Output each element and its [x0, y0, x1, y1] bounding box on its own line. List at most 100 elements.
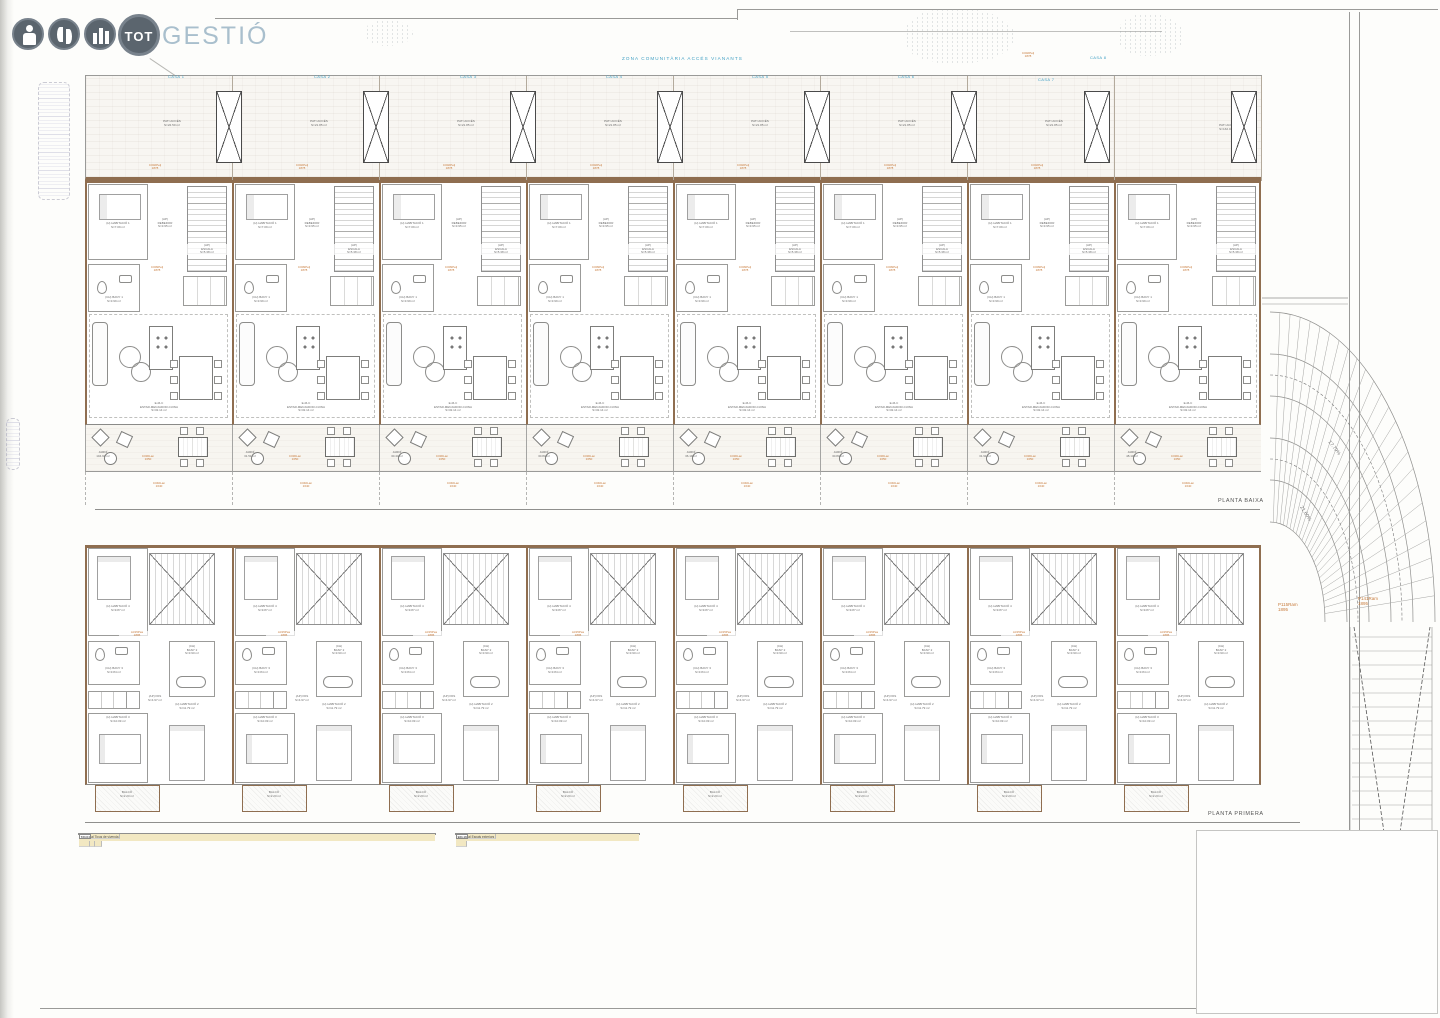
first-floor-unit: (H) HABITACIÓ 4 S=9.87 m² A315Pas 1895 (… — [820, 545, 967, 815]
bathroom-3 — [88, 641, 140, 685]
lounge-chair — [704, 431, 721, 448]
dimension-label: A315Pas 1895 — [1001, 631, 1037, 638]
kitchen-counter — [624, 276, 668, 306]
outdoor-dining-table — [472, 437, 502, 457]
chair — [170, 360, 178, 368]
room-label-bany2: (CH) BANY 2 S=3.90 m² — [318, 645, 360, 656]
garden-label: JARDÍ 31.51 m² — [235, 451, 265, 458]
bedroom-4 — [1117, 548, 1177, 636]
chair — [905, 376, 913, 384]
armchair — [131, 362, 151, 382]
ground-floor-unit: (H) HABITACIÓ 1 S=7.09 m² (AP) REBEDOR S… — [820, 180, 967, 505]
ground-floor-unit: (H) HABITACIÓ 1 S=7.09 m² (AP) REBEDOR S… — [85, 180, 232, 505]
dimension-label: C009Pelj 1878 — [876, 266, 908, 273]
dimension-label: C030Lan 1650 — [1012, 455, 1048, 462]
ramp-text: 1895 — [1358, 601, 1369, 606]
dining-table — [179, 356, 213, 400]
bathtub-icon — [1058, 676, 1088, 688]
bed — [979, 556, 1013, 600]
dimension-label: C040Lan 1640 — [1022, 482, 1060, 489]
lounge-chair — [532, 428, 550, 446]
table-footer-total: 734.04 — [79, 834, 91, 839]
chair — [655, 360, 663, 368]
room-label-balco: BALCÓ S=2.20 m² — [979, 791, 1039, 798]
sink-icon — [1001, 275, 1014, 283]
chair — [931, 459, 939, 467]
armchair — [719, 362, 739, 382]
garden: JARDÍ 31.91 m² C030Lan 1650 — [967, 425, 1114, 472]
toilet-icon — [1124, 648, 1134, 661]
staircase-void — [884, 553, 950, 625]
chair — [474, 427, 482, 435]
planter-box — [804, 91, 830, 163]
garden: JARDÍ 30.44 m² C030Lan 1650 — [379, 425, 526, 472]
room-label-bany3: (CH) BANY 3 S=3.84 m² — [824, 667, 874, 674]
chair — [508, 360, 516, 368]
staircase-void — [1178, 553, 1244, 625]
garden-label: JARDÍ 30.84 m² — [529, 451, 559, 458]
sink-icon — [854, 275, 867, 283]
room-label-habitacio2: (H) HABITACIÓ 2 S=11.79 m² — [1178, 703, 1254, 710]
chair — [621, 459, 629, 467]
room-label-habitacio4: (H) HABITACIÓ 4 S=9.87 m² — [384, 605, 440, 612]
room-label-habitacio3: (H) HABITACIÓ 3 S=10.09 m² — [89, 716, 147, 723]
room-label-habitacio4: (H) HABITACIÓ 4 S=9.87 m² — [972, 605, 1028, 612]
bed — [757, 725, 793, 781]
chair — [1209, 459, 1217, 467]
chair — [361, 392, 369, 400]
armchair — [1013, 362, 1033, 382]
room-label-habitacio3: (H) HABITACIÓ 3 S=10.09 m² — [236, 716, 294, 723]
bed — [540, 734, 582, 764]
sink-icon — [703, 647, 716, 655]
bed — [687, 194, 729, 220]
chair — [180, 459, 188, 467]
ramp-text: 21.60% — [1298, 505, 1312, 523]
bathroom-1 — [529, 264, 581, 312]
dining-table — [914, 356, 948, 400]
bathroom-1 — [1117, 264, 1169, 312]
bedroom-4 — [382, 548, 442, 636]
tree-speckle — [365, 20, 413, 46]
toilet-icon — [95, 648, 105, 661]
chair — [317, 360, 325, 368]
table-footer-row: Subtotal Espais exteriors934.16 — [456, 834, 639, 841]
kitchen-counter — [330, 276, 374, 306]
dimension-label: C030Lan 1650 — [424, 455, 460, 462]
armchair — [866, 362, 886, 382]
room-label-habitacio3: (H) HABITACIÓ 3 S=10.09 m² — [677, 716, 735, 723]
chair — [768, 427, 776, 435]
plot-boundary: C040Lan 1640 — [526, 472, 673, 505]
room-label-habitacio1: (H) HABITACIÓ 1 S=7.09 m² — [385, 222, 439, 229]
wardrobe — [1117, 691, 1169, 709]
chair — [949, 376, 957, 384]
room-label-bany1: (CH) BANY 1 S=3.99 m² — [971, 296, 1021, 303]
chair — [343, 459, 351, 467]
dimension-label: C009Pelj 1878 — [1023, 266, 1055, 273]
plot-boundary: C040Lan 1640 — [673, 472, 820, 505]
bathroom-1 — [823, 264, 875, 312]
dimension-label: C002Pelj 1878 — [285, 164, 319, 171]
toilet-icon — [977, 648, 987, 661]
ground-floor-unit: (H) HABITACIÓ 1 S=7.09 m² (AP) REBEDOR S… — [673, 180, 820, 505]
dimension-label: C009Pelj 1878 — [729, 266, 761, 273]
room-label-bany3: (CH) BANY 3 S=3.84 m² — [530, 667, 580, 674]
chair — [905, 392, 913, 400]
room-label-habitacio2: (H) HABITACIÓ 2 S=11.79 m² — [1031, 703, 1107, 710]
chair — [611, 392, 619, 400]
chair — [768, 459, 776, 467]
pati-cell: PATI ACCÉS S=21.85 m²C002Pelj 1878 — [233, 76, 380, 181]
chair — [464, 360, 472, 368]
chair — [1078, 459, 1086, 467]
chair — [637, 459, 645, 467]
armchair — [425, 362, 445, 382]
sink-icon — [1148, 275, 1161, 283]
room-label-bany3: (CH) BANY 3 S=3.84 m² — [1118, 667, 1168, 674]
bathroom-1 — [88, 264, 140, 312]
room-label-habitacio3: (H) HABITACIÓ 3 S=10.09 m² — [383, 716, 441, 723]
bathtub-icon — [764, 676, 794, 688]
toilet-icon — [389, 648, 399, 661]
ramp-line — [1319, 485, 1418, 578]
room-label-habitacio2: (H) HABITACIÓ 2 S=11.79 m² — [149, 703, 225, 710]
kitchen-counter — [1212, 276, 1256, 306]
room-label-escala: (AP) ESCALA S=5.38 m² — [479, 244, 523, 255]
